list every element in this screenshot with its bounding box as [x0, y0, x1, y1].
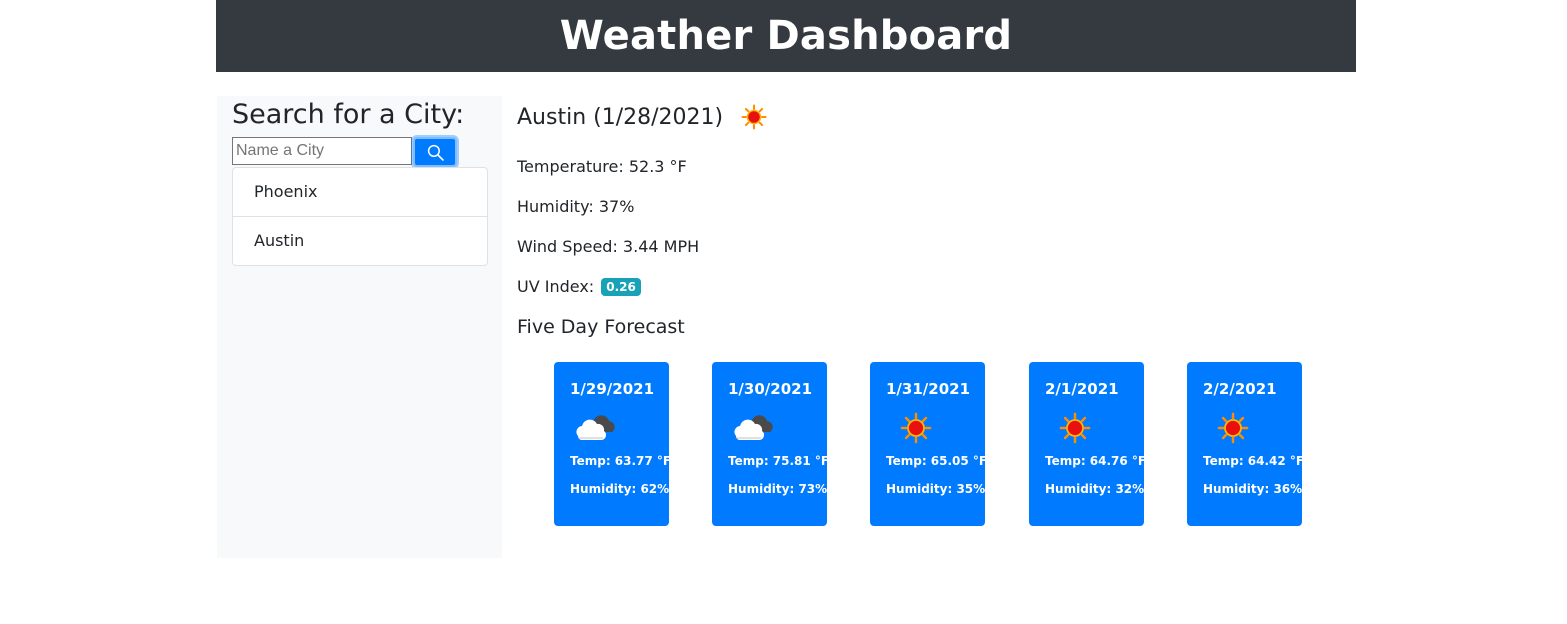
forecast-card: 1/29/2021 Temp: 63.77 °F Humidity: 62% [554, 362, 672, 526]
forecast-date: 2/1/2021 [1045, 380, 1119, 398]
forecast-humidity: Humidity: 35% [886, 482, 986, 496]
forecast-temp: Temp: 64.76 °F [1045, 454, 1147, 468]
forecast-temp: Temp: 75.81 °F [728, 454, 830, 468]
cloudy-icon [730, 412, 780, 444]
uv-index-badge: 0.26 [601, 278, 641, 296]
current-weather-header: Austin (1/28/2021) [517, 104, 767, 130]
forecast-date: 1/29/2021 [570, 380, 655, 398]
sun-icon [741, 104, 767, 130]
current-temperature: Temperature: 52.3 °F [517, 157, 687, 176]
search-icon [427, 144, 444, 161]
forecast-temp: Temp: 63.77 °F [570, 454, 672, 468]
forecast-date: 1/30/2021 [728, 380, 813, 398]
sun-icon [1047, 412, 1097, 444]
search-form [232, 137, 457, 167]
forecast-card: 2/2/2021 Temp: 64.42 °F Humidity: 36% [1187, 362, 1305, 526]
forecast-temp: Temp: 65.05 °F [886, 454, 988, 468]
forecast-date: 1/31/2021 [886, 380, 971, 398]
sun-icon [888, 412, 938, 444]
current-uv-index: UV Index: 0.26 [517, 277, 641, 296]
forecast-humidity: Humidity: 73% [728, 482, 828, 496]
forecast-date: 2/2/2021 [1203, 380, 1277, 398]
search-button[interactable] [413, 137, 457, 167]
forecast-card: 1/30/2021 Temp: 75.81 °F Humidity: 73% [712, 362, 830, 526]
current-wind-speed: Wind Speed: 3.44 MPH [517, 237, 700, 256]
forecast-temp: Temp: 64.42 °F [1203, 454, 1305, 468]
forecast-heading: Five Day Forecast [517, 316, 685, 338]
city-search-input[interactable] [232, 137, 412, 165]
forecast-humidity: Humidity: 62% [570, 482, 670, 496]
forecast-humidity: Humidity: 32% [1045, 482, 1145, 496]
sun-icon [1205, 412, 1255, 444]
cloudy-icon [572, 412, 622, 444]
forecast-humidity: Humidity: 36% [1203, 482, 1303, 496]
forecast-card: 1/31/2021 Temp: 65.05 °F Humidity: 35% [870, 362, 988, 526]
city-history-item-phoenix[interactable]: Phoenix [233, 168, 487, 216]
city-history-item-austin[interactable]: Austin [233, 216, 487, 265]
current-city-title: Austin (1/28/2021) [517, 104, 724, 130]
app-header: Weather Dashboard [216, 0, 1356, 72]
search-heading: Search for a City: [232, 99, 465, 130]
uv-index-label: UV Index: [517, 277, 600, 296]
current-humidity: Humidity: 37% [517, 197, 635, 216]
city-history-list: Phoenix Austin [232, 167, 488, 266]
page-title: Weather Dashboard [559, 13, 1013, 59]
search-sidebar: Search for a City: Phoenix Austin [217, 96, 502, 558]
forecast-card: 2/1/2021 Temp: 64.76 °F Humidity: 32% [1029, 362, 1147, 526]
